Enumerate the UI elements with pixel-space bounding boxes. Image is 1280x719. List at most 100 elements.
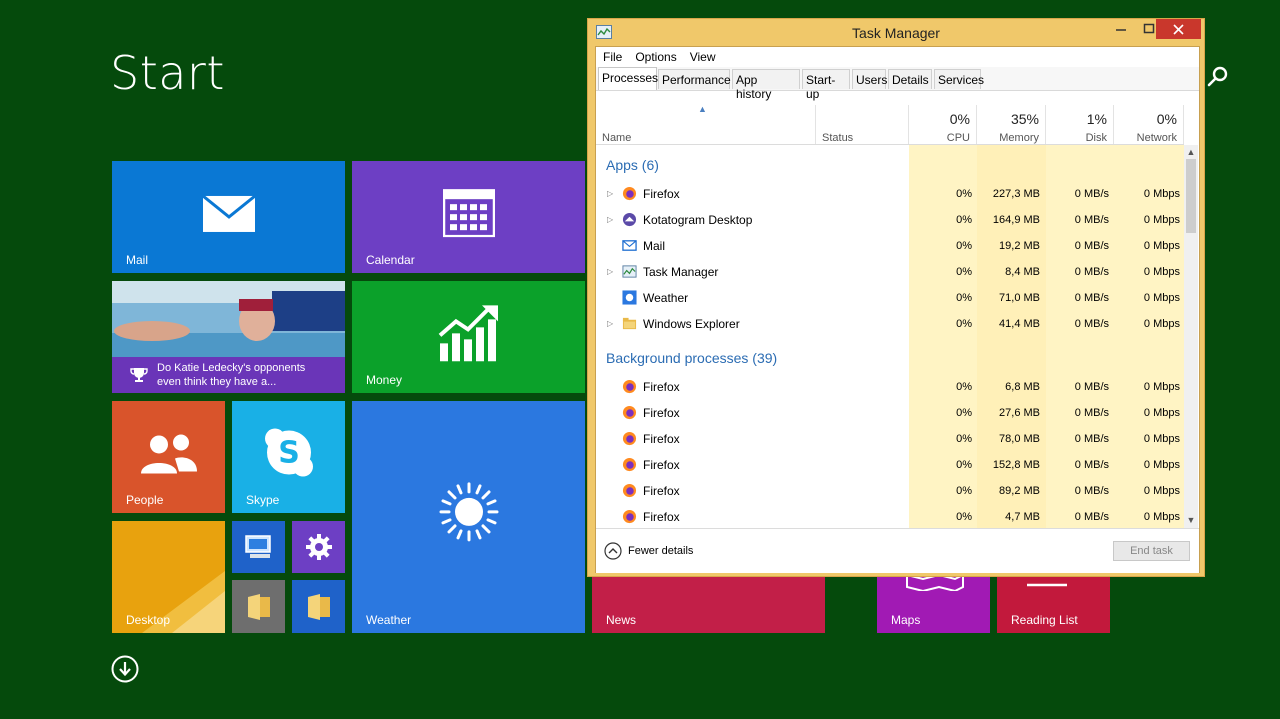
memory-value: 78,0 MB	[999, 433, 1040, 445]
expand-arrow-icon[interactable]: ▷	[607, 267, 613, 276]
table-row[interactable]: Firefox 0% 78,0 MB 0 MB/s 0 Mbps	[596, 426, 1184, 452]
column-percent: 1%	[1086, 111, 1107, 127]
scroll-down-icon[interactable]: ▼	[1184, 515, 1198, 525]
tab-users[interactable]: Users	[852, 69, 887, 89]
column-percent: 35%	[1010, 111, 1039, 127]
scroll-thumb[interactable]	[1186, 159, 1196, 233]
table-row[interactable]: ▷ Task Manager 0% 8,4 MB 0 MB/s 0 Mbps	[596, 259, 1184, 285]
memory-value: 19,2 MB	[999, 240, 1040, 252]
chart-up-icon	[438, 305, 498, 362]
folder-icon	[307, 593, 330, 620]
disk-value: 0 MB/s	[1074, 240, 1109, 252]
tile-label: Calendar	[366, 253, 415, 267]
tile-mail[interactable]: Mail	[112, 161, 345, 273]
tab-app-history[interactable]: App history	[732, 69, 800, 101]
tile-reading-list[interactable]: Reading List	[997, 575, 1110, 633]
cpu-value: 0%	[956, 459, 972, 471]
scroll-up-icon[interactable]: ▲	[1184, 147, 1198, 157]
fewer-details-label: Fewer details	[628, 544, 694, 557]
tab-processes[interactable]: Processes	[598, 67, 658, 90]
expand-arrow-icon[interactable]: ▷	[607, 189, 613, 198]
tile-people[interactable]: People	[112, 401, 225, 513]
process-name: Firefox	[643, 432, 680, 446]
menu-options[interactable]: Options	[628, 47, 682, 64]
cpu-value: 0%	[956, 407, 972, 419]
table-row[interactable]: Firefox 0% 6,8 MB 0 MB/s 0 Mbps	[596, 374, 1184, 400]
cpu-value: 0%	[956, 318, 972, 330]
tile-desktop[interactable]: Desktop	[112, 521, 225, 633]
end-task-button[interactable]: End task	[1113, 541, 1190, 561]
task-manager-window[interactable]: Task Manager File Options View Processes P…	[587, 18, 1205, 577]
close-icon[interactable]	[1156, 19, 1201, 39]
minimize-icon[interactable]	[1107, 19, 1135, 39]
weather-icon	[622, 290, 637, 305]
cpu-value: 0%	[956, 292, 972, 304]
firefox-icon	[622, 379, 637, 394]
memory-value: 71,0 MB	[999, 292, 1040, 304]
column-disk[interactable]: 1% Disk	[1046, 105, 1114, 145]
network-value: 0 Mbps	[1143, 459, 1180, 471]
task-manager-body: File Options View Processes Performance Ap…	[595, 46, 1200, 573]
table-row[interactable]: Firefox 0% 152,8 MB 0 MB/s 0 Mbps	[596, 452, 1184, 478]
firefox-icon	[622, 457, 637, 472]
network-value: 0 Mbps	[1143, 214, 1180, 226]
table-row[interactable]: Firefox 0% 27,6 MB 0 MB/s 0 Mbps	[596, 400, 1184, 426]
tile-news-sports[interactable]: Do Katie Ledecky's opponents even think …	[112, 281, 345, 393]
column-cpu[interactable]: 0% CPU	[909, 105, 977, 145]
tile-money[interactable]: Money	[352, 281, 585, 393]
column-memory[interactable]: 35% Memory	[977, 105, 1046, 145]
tile-this-pc[interactable]	[232, 521, 285, 573]
table-row[interactable]: Mail 0% 19,2 MB 0 MB/s 0 Mbps	[596, 233, 1184, 259]
column-percent: 0%	[1156, 111, 1177, 127]
title-bar[interactable]: Task Manager	[588, 19, 1204, 47]
tab-performance[interactable]: Performance	[658, 69, 731, 89]
expand-arrow-icon[interactable]: ▷	[607, 215, 613, 224]
table-row[interactable]: Firefox 0% 89,2 MB 0 MB/s 0 Mbps	[596, 478, 1184, 504]
table-row[interactable]: ▷ Kotatogram Desktop 0% 164,9 MB 0 MB/s …	[596, 207, 1184, 233]
table-row[interactable]: ▷ Firefox 0% 227,3 MB 0 MB/s 0 Mbps	[596, 181, 1184, 207]
news-headline: Do Katie Ledecky's opponents even think …	[157, 362, 306, 388]
tab-details[interactable]: Details	[888, 69, 932, 89]
table-row[interactable]: Weather 0% 71,0 MB 0 MB/s 0 Mbps	[596, 285, 1184, 311]
tab-start-up[interactable]: Start-up	[802, 69, 850, 101]
svg-text:S: S	[278, 436, 300, 471]
tile-file-explorer-gray[interactable]	[232, 580, 285, 633]
background-group-header[interactable]: Background processes (39)	[606, 350, 777, 366]
menu-view[interactable]: View	[683, 47, 722, 64]
table-row[interactable]: ▷ Windows Explorer 0% 41,4 MB 0 MB/s 0 M…	[596, 311, 1184, 337]
disk-value: 0 MB/s	[1074, 292, 1109, 304]
memory-value: 152,8 MB	[992, 459, 1040, 471]
network-value: 0 Mbps	[1143, 511, 1180, 523]
fewer-details-button[interactable]: Fewer details	[604, 542, 693, 560]
tab-bar: Processes Performance App history Start-…	[596, 67, 1199, 101]
tile-maps[interactable]: Maps	[877, 575, 990, 633]
apps-group-header[interactable]: Apps (6)	[606, 157, 659, 173]
tile-weather[interactable]: Weather	[352, 401, 585, 633]
search-icon[interactable]	[1206, 64, 1230, 88]
process-name: Firefox	[643, 484, 680, 498]
table-row[interactable]: Firefox 0% 4,7 MB 0 MB/s 0 Mbps	[596, 504, 1184, 528]
tile-pc-settings[interactable]	[292, 521, 345, 573]
menu-file[interactable]: File	[596, 47, 628, 64]
vertical-scrollbar[interactable]: ▲ ▼	[1184, 145, 1198, 528]
column-name[interactable]: Name	[596, 105, 816, 145]
reading-list-icon	[1027, 583, 1067, 587]
tile-label: Skype	[246, 493, 280, 507]
tab-services[interactable]: Services	[934, 69, 984, 89]
process-name: Firefox	[643, 187, 680, 201]
tile-calendar[interactable]: Calendar	[352, 161, 585, 273]
tile-skype[interactable]: S Skype	[232, 401, 345, 513]
process-name: Windows Explorer	[643, 317, 740, 331]
trophy-icon	[130, 368, 148, 382]
column-network[interactable]: 0% Network	[1114, 105, 1184, 145]
cpu-value: 0%	[956, 485, 972, 497]
expand-arrow-icon[interactable]: ▷	[607, 319, 613, 328]
all-apps-arrow-icon[interactable]	[111, 655, 139, 683]
envelope-icon	[201, 194, 256, 232]
disk-value: 0 MB/s	[1074, 188, 1109, 200]
column-label: Name	[602, 132, 632, 144]
memory-value: 6,8 MB	[1005, 381, 1040, 393]
tile-file-explorer-blue[interactable]	[292, 580, 345, 633]
column-status[interactable]: Status	[816, 105, 909, 145]
tile-news[interactable]: News	[592, 575, 825, 633]
